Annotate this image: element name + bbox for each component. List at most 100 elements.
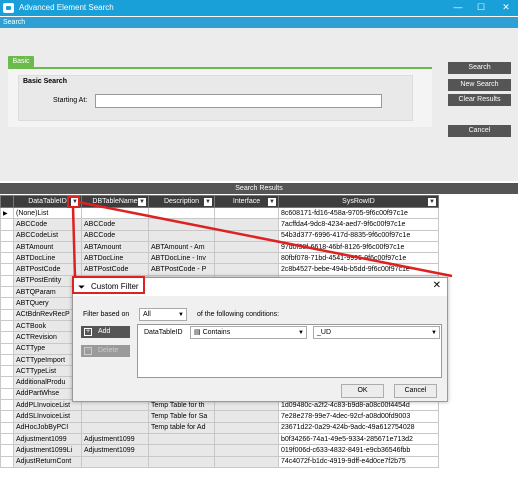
- table-row[interactable]: Adjustment1099Li Adjustment1099 019f006d-c…: [0, 444, 439, 457]
- chevron-down-icon: ▼: [178, 312, 184, 318]
- column-header-label: Interface: [232, 198, 261, 205]
- cell-dbtablename: [81, 206, 149, 220]
- table-row[interactable]: ABCCode ABCCode 7acffda4-9dc8-4234-aed7-9f…: [0, 218, 439, 231]
- table-row[interactable]: AdHocJobByPCI Temp table for Ad 23671d22-0…: [0, 421, 439, 434]
- table-row[interactable]: ABTPostCode ABTPostCode ABTPostCode - P 2c8…: [0, 263, 439, 276]
- column-filter-icon[interactable]: ▼: [268, 198, 276, 206]
- condition-field[interactable]: DataTableID: [144, 329, 183, 336]
- column-filter-icon[interactable]: ▼: [428, 198, 436, 206]
- row-selector[interactable]: [0, 432, 14, 446]
- cell-datatableid: AdHocJobByPCI: [13, 421, 82, 434]
- table-row[interactable]: ABTAmount ABTAmount ABTAmount - Am 97d0f38f…: [0, 240, 439, 254]
- window-titlebar: Advanced Element Search — ☐ ✕: [0, 0, 518, 16]
- chevron-down-icon: ▼: [431, 330, 437, 336]
- row-selector[interactable]: [0, 376, 14, 389]
- list-icon: ▤: [194, 329, 203, 336]
- row-selector[interactable]: [0, 263, 14, 276]
- starting-at-input[interactable]: [95, 94, 382, 108]
- cell-interface: [214, 240, 279, 254]
- column-header-interface[interactable]: Interface ▼: [214, 195, 279, 208]
- condition-operator-select[interactable]: ▤ Contains ▼: [190, 326, 307, 339]
- cell-interface: [214, 444, 279, 457]
- row-selector[interactable]: [0, 399, 14, 412]
- cell-datatableid: Adjustment1099Li: [13, 444, 82, 457]
- cell-dbtablename: Adjustment1099: [81, 444, 149, 457]
- search-button[interactable]: Search: [448, 62, 511, 74]
- row-selector[interactable]: [0, 240, 14, 254]
- table-row[interactable]: AdjustReturnCont 74c4072f-b1dc-4919-9dff-…: [0, 455, 439, 468]
- cell-sysrowid: 74c4072f-b1dc-4919-9dff-e4d0ce7f2b75: [278, 455, 439, 468]
- cell-description: Temp Table for Sa: [148, 410, 215, 423]
- column-header-sysrowid[interactable]: SysRowID ▼: [278, 195, 439, 208]
- row-selector[interactable]: [0, 297, 14, 310]
- new-search-button[interactable]: New Search: [448, 79, 511, 91]
- table-row[interactable]: ▶ (None)List 8c608171-fd16-458a-9705-9f6c0…: [0, 206, 439, 220]
- row-selector-header: [0, 195, 14, 208]
- row-selector[interactable]: [0, 308, 14, 321]
- row-selector[interactable]: [0, 353, 14, 367]
- cell-description: Temp table for Ad: [148, 421, 215, 434]
- column-header-dbtablename[interactable]: DBTableName ▼: [81, 195, 149, 208]
- row-selector[interactable]: [0, 444, 14, 457]
- row-selector[interactable]: [0, 274, 14, 288]
- row-selector[interactable]: ▶: [0, 206, 14, 220]
- minimize-button[interactable]: —: [449, 0, 467, 16]
- window-title: Advanced Element Search: [19, 3, 114, 12]
- column-header-datatableid[interactable]: DataTableID ▼: [13, 195, 82, 208]
- starting-at-label: Starting At:: [53, 97, 88, 104]
- filter-mode-select[interactable]: All ▼: [139, 308, 187, 321]
- row-selector[interactable]: [0, 286, 14, 299]
- column-filter-icon[interactable]: ▼: [204, 198, 212, 206]
- cell-description: [148, 229, 215, 242]
- close-button[interactable]: ✕: [497, 0, 515, 16]
- cell-datatableid: AdjustReturnCont: [13, 455, 82, 468]
- maximize-button[interactable]: ☐: [472, 0, 490, 16]
- row-selector[interactable]: [0, 410, 14, 423]
- cell-dbtablename: [81, 421, 149, 434]
- add-condition-button[interactable]: + Add: [81, 326, 130, 338]
- table-row[interactable]: ABCCodeList ABCCode 54b3d377-6996-417d-883…: [0, 229, 439, 242]
- cell-dbtablename: Adjustment1099: [81, 432, 149, 446]
- tab-basic[interactable]: Basic: [8, 56, 34, 67]
- cell-dbtablename: ABTDocLine: [81, 252, 149, 265]
- cell-sysrowid: 019f006d-c633-4832-8491-e9cb36546fbb: [278, 444, 439, 457]
- table-row[interactable]: AddSLInvoiceList Temp Table for Sa 7e28e27…: [0, 410, 439, 423]
- row-selector[interactable]: [0, 455, 14, 468]
- cell-sysrowid: 97d0f38f-6618-46bf-8126-9f6c00f97c1e: [278, 240, 439, 254]
- cell-interface: [214, 206, 279, 220]
- row-selector[interactable]: [0, 421, 14, 434]
- table-row[interactable]: Adjustment1099 Adjustment1099 b0f34266-74a…: [0, 432, 439, 446]
- dialog-cancel-button[interactable]: Cancel: [394, 384, 437, 398]
- table-row[interactable]: ABTDocLine ABTDocLine ABTDocLine - Inv 80fb…: [0, 252, 439, 265]
- column-filter-icon[interactable]: ▼: [138, 198, 146, 206]
- cell-interface: [214, 252, 279, 265]
- row-selector[interactable]: [0, 218, 14, 231]
- condition-value-input[interactable]: _UD ▼: [313, 326, 440, 339]
- cell-datatableid: AddSLInvoiceList: [13, 410, 82, 423]
- cell-sysrowid: 2c8b4527-bebe-494b-b5dd-9f6c00f97c1e: [278, 263, 439, 276]
- row-selector[interactable]: [0, 252, 14, 265]
- annotation-title-highlight: [72, 276, 145, 294]
- row-selector[interactable]: [0, 365, 14, 378]
- row-selector[interactable]: [0, 229, 14, 242]
- delete-condition-button[interactable]: − Delete: [81, 345, 130, 357]
- row-selector[interactable]: [0, 387, 14, 401]
- cell-datatableid: ABCCode: [13, 218, 82, 231]
- column-filter-icon[interactable]: ▼: [71, 198, 79, 206]
- row-selector[interactable]: [0, 342, 14, 355]
- cell-dbtablename: [81, 455, 149, 468]
- clear-results-button[interactable]: Clear Results: [448, 94, 511, 106]
- row-selector[interactable]: [0, 319, 14, 333]
- column-header-description[interactable]: Description ▼: [148, 195, 215, 208]
- column-header-label: DataTableID: [28, 198, 67, 205]
- cell-interface: [214, 218, 279, 231]
- cell-description: [148, 455, 215, 468]
- cancel-button[interactable]: Cancel: [448, 125, 511, 137]
- cell-dbtablename: ABTAmount: [81, 240, 149, 254]
- cell-datatableid: (None)List: [13, 206, 82, 220]
- close-icon[interactable]: ✕: [433, 280, 441, 291]
- minus-icon: −: [84, 347, 92, 355]
- cell-datatableid: ABTDocLine: [13, 252, 82, 265]
- ok-button[interactable]: OK: [341, 384, 384, 398]
- row-selector[interactable]: [0, 331, 14, 344]
